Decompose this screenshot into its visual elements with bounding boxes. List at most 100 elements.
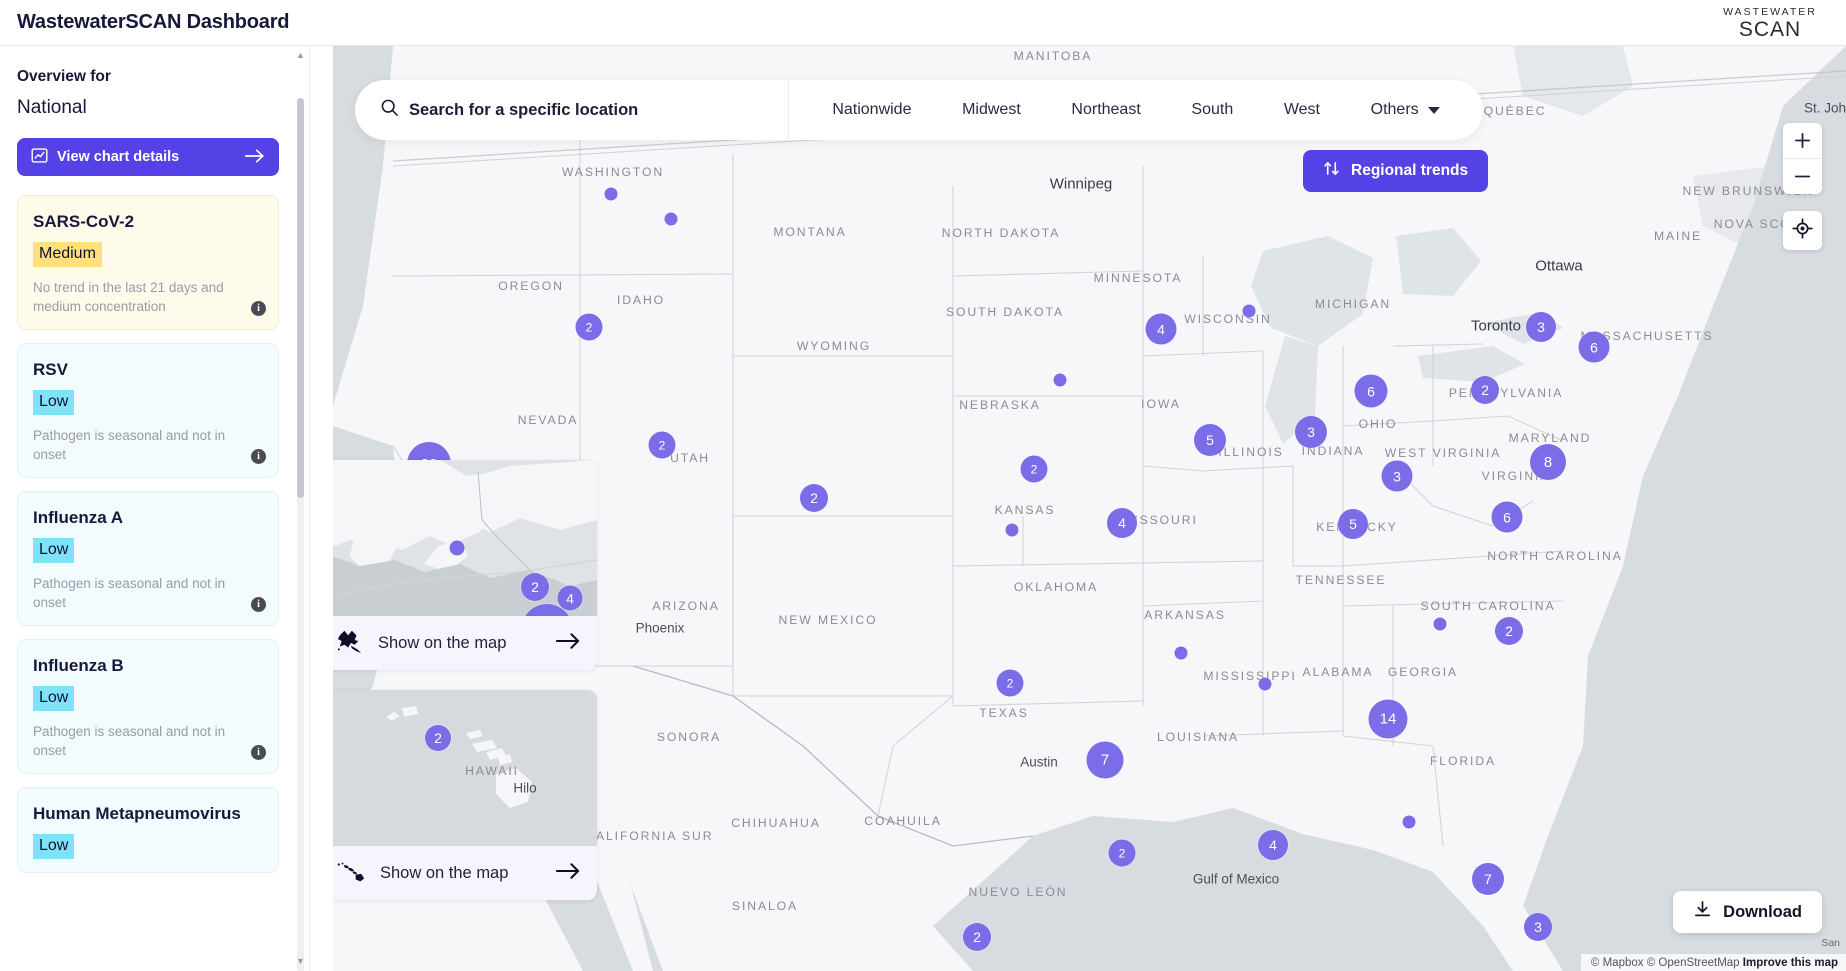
map-marker[interactable]: 2 xyxy=(963,923,991,951)
map-marker[interactable] xyxy=(1174,646,1188,660)
map-marker[interactable]: 3 xyxy=(1524,913,1552,941)
map-marker[interactable]: 2 xyxy=(425,725,451,751)
map-marker[interactable]: 2 xyxy=(1495,617,1523,645)
zoom-in-button[interactable] xyxy=(1783,123,1822,158)
crosshair-icon xyxy=(1792,217,1813,244)
pathogen-card[interactable]: Influenza A Low Pathogen is seasonal and n… xyxy=(17,491,279,626)
map-marker[interactable]: 6 xyxy=(1578,331,1610,363)
map-marker[interactable]: 14 xyxy=(1368,699,1408,739)
geolocate-button[interactable] xyxy=(1783,211,1822,250)
search-and-region-bar: Search for a specific location Nationwid… xyxy=(355,80,1483,140)
sidebar-scrollbar-thumb[interactable] xyxy=(297,98,304,498)
alaska-shape-icon xyxy=(336,628,364,659)
sidebar: Overview for National View chart details… xyxy=(0,46,310,971)
hawaii-inset-map[interactable]: 2 HAWAII Hilo xyxy=(333,690,597,846)
pathogen-name: Influenza B xyxy=(33,656,124,675)
scroll-down-arrow-icon[interactable]: ▼ xyxy=(295,956,306,967)
download-button[interactable]: Download xyxy=(1673,891,1822,933)
map-marker[interactable]: 2 xyxy=(648,431,676,459)
map-marker[interactable]: 7 xyxy=(1472,863,1504,895)
map-marker[interactable]: 2 xyxy=(575,313,603,341)
map-marker[interactable]: 5 xyxy=(1338,509,1368,539)
scroll-up-arrow-icon[interactable]: ▲ xyxy=(295,50,306,61)
map-marker[interactable] xyxy=(604,187,618,201)
map-marker[interactable]: 2 xyxy=(1108,839,1136,867)
attribution-osm[interactable]: © OpenStreetMap xyxy=(1647,957,1740,969)
map-marker[interactable]: 5 xyxy=(1194,424,1226,456)
map-marker[interactable]: 4 xyxy=(1258,830,1288,860)
map-canvas[interactable]: MANITOBA QUÉBEC NEW BRUNSWICK NOVA SCOTIA MA… xyxy=(333,46,1846,971)
map-marker[interactable]: 3 xyxy=(1295,416,1327,448)
download-label: Download xyxy=(1723,902,1802,921)
status-badge: Low xyxy=(33,390,75,415)
alaska-show-on-map-button[interactable]: Show on the map xyxy=(333,616,597,670)
wastewaterscan-logo: WASTEWATER SCAN xyxy=(1714,6,1826,40)
map-marker[interactable]: 3 xyxy=(1526,312,1556,342)
zoom-out-button[interactable] xyxy=(1783,159,1822,194)
pathogen-note: No trend in the last 21 days and medium … xyxy=(33,280,224,314)
regional-trends-label: Regional trends xyxy=(1351,162,1469,179)
download-icon xyxy=(1693,900,1712,924)
zoom-controls[interactable] xyxy=(1783,123,1822,194)
map-marker[interactable]: 6 xyxy=(1491,501,1523,533)
map-marker[interactable] xyxy=(1242,304,1256,318)
hawaii-shape-icon xyxy=(336,860,366,887)
info-icon[interactable]: i xyxy=(251,745,266,760)
pathogen-card[interactable]: RSV Low Pathogen is seasonal and not in on… xyxy=(17,343,279,478)
pathogen-card[interactable]: Influenza B Low Pathogen is seasonal and n… xyxy=(17,639,279,774)
map-marker[interactable]: 7 xyxy=(1086,741,1124,779)
map-marker[interactable] xyxy=(1005,523,1019,537)
tab-label: Northeast xyxy=(1071,101,1141,118)
map-marker[interactable]: 8 xyxy=(1530,444,1566,480)
map-marker[interactable]: 3 xyxy=(1381,460,1413,492)
pathogen-name: RSV xyxy=(33,360,68,379)
map-marker[interactable]: 4 xyxy=(557,585,583,611)
pathogen-card[interactable]: Human Metapneumovirus Low xyxy=(17,787,279,873)
map-marker[interactable] xyxy=(664,212,678,226)
search-placeholder: Search for a specific location xyxy=(409,100,639,119)
line-chart-icon xyxy=(31,147,48,167)
map-marker[interactable] xyxy=(449,540,465,556)
map-marker[interactable]: 4 xyxy=(1107,508,1137,538)
map-marker[interactable] xyxy=(1402,815,1416,829)
logo-line-2: SCAN xyxy=(1738,18,1802,41)
info-icon[interactable]: i xyxy=(251,449,266,464)
alaska-show-on-map-label: Show on the map xyxy=(378,633,507,652)
info-icon[interactable]: i xyxy=(251,597,266,612)
sort-arrows-icon xyxy=(1323,160,1340,182)
tab-west[interactable]: West xyxy=(1284,101,1320,119)
regional-trends-button[interactable]: Regional trends xyxy=(1303,150,1489,192)
chevron-down-icon xyxy=(1427,106,1440,114)
tab-label: South xyxy=(1191,101,1234,118)
map-marker[interactable] xyxy=(1433,617,1447,631)
hawaii-inset-panel[interactable]: 2 HAWAII Hilo Show on the map xyxy=(333,690,597,900)
map-marker[interactable] xyxy=(1053,373,1067,387)
search-input[interactable]: Search for a specific location xyxy=(355,80,789,140)
map-marker[interactable]: 2 xyxy=(1471,376,1499,404)
alaska-inset-map[interactable]: 2 4 31 xyxy=(333,460,597,616)
info-icon[interactable]: i xyxy=(251,301,266,316)
map-marker[interactable]: 2 xyxy=(800,484,828,512)
tab-label: Others xyxy=(1370,101,1419,118)
improve-map-link[interactable]: Improve this map xyxy=(1743,957,1838,969)
pathogen-card-list: SARS-CoV-2 Medium No trend in the last 21 … xyxy=(17,195,289,873)
attribution-mapbox[interactable]: © Mapbox xyxy=(1591,957,1644,969)
region-tabs: Nationwide Midwest Northeast South West Other… xyxy=(789,80,1483,140)
view-chart-details-label: View chart details xyxy=(57,149,180,165)
map-marker[interactable] xyxy=(1258,677,1272,691)
tab-south[interactable]: South xyxy=(1191,101,1233,119)
alaska-inset-panel[interactable]: 2 4 31 Show on the map xyxy=(333,460,597,670)
map-marker[interactable]: 2 xyxy=(1020,455,1048,483)
map-marker[interactable]: 6 xyxy=(1354,374,1388,408)
map-marker[interactable]: 2 xyxy=(521,573,549,601)
hawaii-show-on-map-button[interactable]: Show on the map xyxy=(333,846,597,900)
map-marker[interactable]: 4 xyxy=(1145,313,1177,345)
tab-nationwide[interactable]: Nationwide xyxy=(832,101,911,119)
map-marker[interactable]: 2 xyxy=(996,669,1024,697)
overview-label: Overview for xyxy=(17,68,111,85)
view-chart-details-button[interactable]: View chart details xyxy=(17,138,279,176)
tab-northeast[interactable]: Northeast xyxy=(1071,101,1140,119)
tab-midwest[interactable]: Midwest xyxy=(962,101,1021,119)
tab-others[interactable]: Others xyxy=(1371,101,1440,119)
pathogen-card[interactable]: SARS-CoV-2 Medium No trend in the last 21 … xyxy=(17,195,279,330)
